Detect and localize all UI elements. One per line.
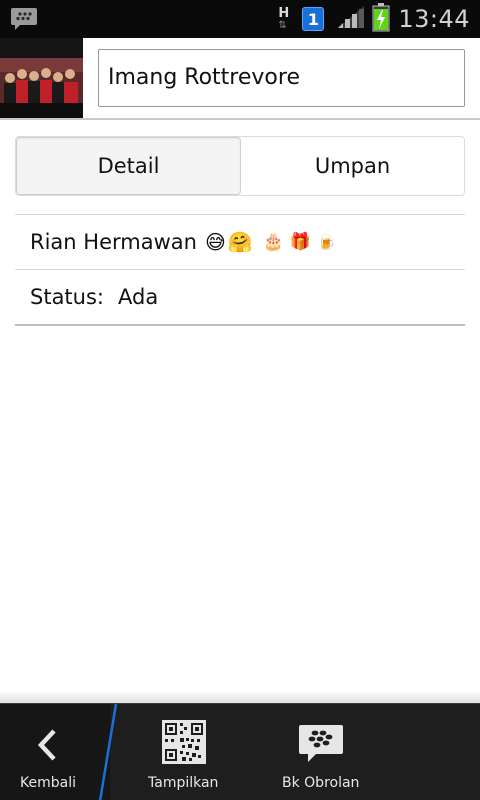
contact-name: Rian Hermawan <box>30 230 197 254</box>
back-label: Kembali <box>20 775 76 791</box>
back-chevron-icon <box>37 729 56 761</box>
beer-icon: 🍺 <box>317 233 336 251</box>
status-value: Ada <box>118 285 159 309</box>
bar-divider <box>98 704 118 800</box>
battery-charging-icon <box>372 2 390 36</box>
data-arrows-icon: ⇅ <box>278 20 287 31</box>
hug-emoji-icon: 🤗 <box>227 230 253 254</box>
contact-name-row: Rian Hermawan 😅 🤗 🎂 🎁 🍺 <box>15 214 465 270</box>
status-bar: H ⇅ 1 13:44 <box>0 0 480 38</box>
clock: 13:44 <box>398 5 470 33</box>
contact-header: Imang Rottrevore <box>0 38 480 120</box>
network-type-label: H <box>278 6 290 21</box>
contact-name-field[interactable]: Imang Rottrevore <box>98 49 465 107</box>
bottom-bar-shadow <box>0 690 480 703</box>
status-row: Status: Ada <box>15 270 465 326</box>
gift-icon: 🎁 <box>289 232 312 252</box>
chat-button[interactable]: Bk Obrolan <box>270 704 370 800</box>
name-emojis: 😅 🤗 🎂 🎁 🍺 <box>205 230 338 254</box>
tab-bar: Detail Umpan <box>15 136 465 196</box>
signal-strength-icon <box>336 4 366 34</box>
show-qr-button[interactable]: Tampilkan <box>120 704 248 800</box>
tab-umpan[interactable]: Umpan <box>241 137 464 195</box>
notification-count-badge: 1 <box>302 7 325 31</box>
status-label: Status: <box>30 285 104 309</box>
qr-code-icon <box>162 720 206 764</box>
contact-avatar[interactable] <box>0 38 83 118</box>
back-button[interactable]: Kembali <box>0 704 96 800</box>
network-type-icon: H ⇅ <box>276 4 292 34</box>
cake-icon: 🎂 <box>262 232 284 252</box>
tab-detail[interactable]: Detail <box>16 137 241 195</box>
show-label: Tampilkan <box>148 775 219 791</box>
bbm-notification-icon[interactable] <box>10 6 38 36</box>
bottom-action-bar: Kembali Tampilkan Bk Obrolan <box>0 703 480 800</box>
bbm-chat-icon <box>299 725 343 762</box>
laughing-emoji-icon: 😅 <box>204 230 226 254</box>
chat-label: Bk Obrolan <box>282 775 360 791</box>
